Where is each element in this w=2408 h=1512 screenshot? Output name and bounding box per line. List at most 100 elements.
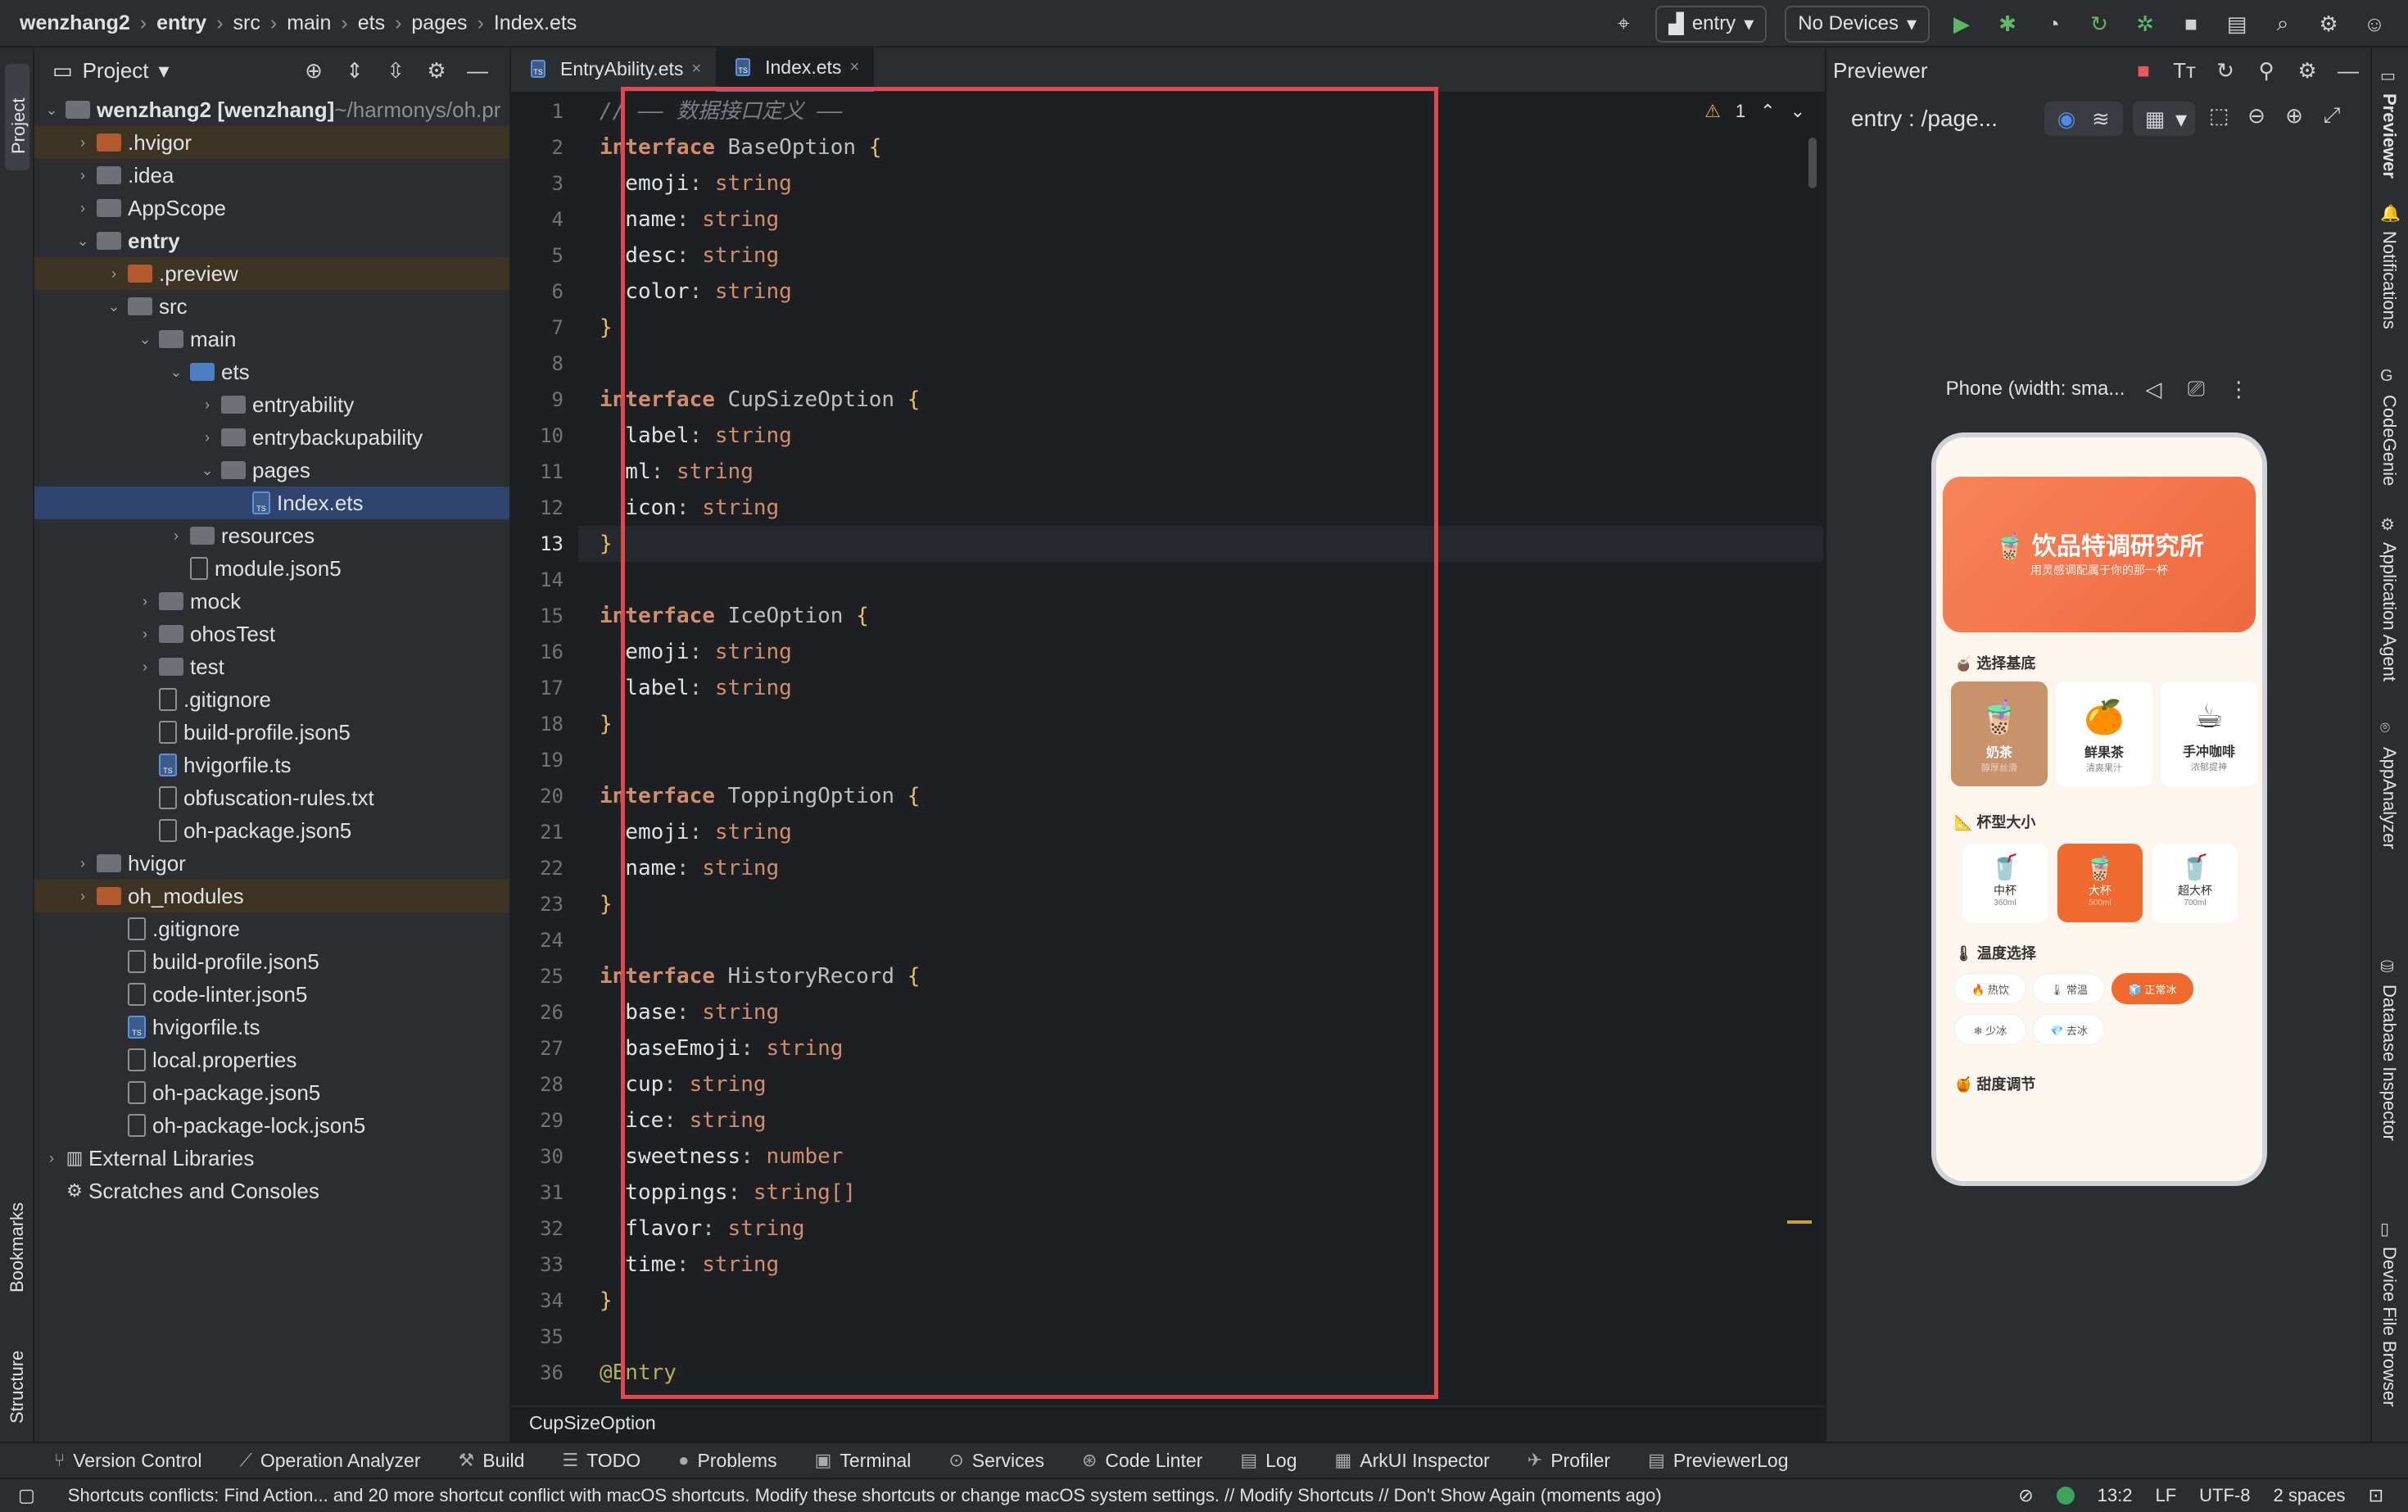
line-number[interactable]: 34 [511,1283,578,1319]
cup-option-card[interactable]: 🧋 大杯 500ml [2057,844,2143,922]
tree-item[interactable]: ⌄ wenzhang2 [wenzhang] ~/harmonys/oh.pr [34,93,509,126]
close-icon[interactable]: × [849,58,859,77]
tree-item[interactable]: TS hvigorfile.ts [34,1011,509,1043]
code-line[interactable]: } [578,1283,1823,1319]
chevron-down-icon[interactable]: ▾ [159,58,170,84]
tool-window-button[interactable]: ⊛ Code Linter [1082,1450,1202,1472]
tool-window-button[interactable]: ● Problems [678,1450,776,1472]
code-line[interactable]: label: string [578,418,1823,454]
preview-route-label[interactable]: entry : /page... [1851,106,1998,132]
code-line[interactable]: interface CupSizeOption { [578,382,1823,418]
line-number[interactable]: 12 [511,490,578,526]
attach-debugger-icon[interactable]: ◔ [2039,10,2067,38]
layout-dropdown[interactable]: ▦ ▾ [2132,102,2195,136]
more-vertical-icon[interactable]: ⋮ [2225,375,2252,403]
tree-item[interactable]: ⚙ Scratches and Consoles [34,1175,509,1207]
line-number[interactable]: 29 [511,1102,578,1139]
tree-item[interactable]: › resources [34,519,509,552]
tool-window-button[interactable]: ▤ PreviewerLog [1648,1450,1788,1472]
chevron-right-icon[interactable]: › [74,134,92,152]
line-number[interactable]: 33 [511,1247,578,1283]
line-number[interactable]: 14 [511,562,578,598]
code-line[interactable]: icon: string [578,490,1823,526]
code-line[interactable]: } [578,706,1823,742]
breadcrumb-item[interactable]: wenzhang2 [20,11,130,35]
gear-icon[interactable]: ⚙ [2293,57,2321,84]
zoom-in-icon[interactable]: ⊕ [2280,102,2308,129]
tree-item[interactable]: module.json5 [34,552,509,585]
inspection-widget[interactable]: ⚠ 1 ⌃ ⌄ [1704,93,1825,129]
refresh-icon[interactable]: ↻ [2211,57,2239,84]
chevron-down-icon[interactable]: ⌄ [1790,101,1805,122]
code-line[interactable] [578,562,1823,598]
line-number[interactable]: 27 [511,1030,578,1066]
layers-icon[interactable]: ≋ [2087,105,2115,133]
tree-item[interactable]: oh-package.json5 [34,1076,509,1109]
line-number[interactable]: 21 [511,814,578,850]
editor-tab[interactable]: TS Index.ets × [716,46,875,92]
tree-item[interactable]: .gitignore [34,912,509,945]
chevron-down-icon[interactable]: ⌄ [198,462,216,479]
tool-window-icon[interactable]: ▭ [2380,66,2396,86]
tool-window-button[interactable]: ▦ ArkUI Inspector [1334,1450,1489,1472]
tree-item[interactable]: › hvigor [34,847,509,880]
tool-window-label[interactable]: Database Inspector [2379,985,2400,1141]
line-number[interactable]: 35 [511,1319,578,1355]
bookmarks-tool-label[interactable]: Bookmarks [7,1202,28,1292]
line-number[interactable]: 9 [511,382,578,418]
tool-window-icon[interactable]: 🔔 [2380,203,2401,224]
tree-item[interactable]: › ▥ External Libraries [34,1142,509,1175]
code-line[interactable]: emoji: string [578,634,1823,670]
zoom-out-icon[interactable]: ⊖ [2243,102,2270,129]
run-icon[interactable]: ▶ [1948,10,1976,38]
expand-all-icon[interactable]: ⇕ [341,57,369,84]
line-number[interactable]: 22 [511,850,578,886]
line-number[interactable]: 26 [511,994,578,1030]
line-number[interactable]: 10 [511,418,578,454]
line-number[interactable]: 5 [511,238,578,274]
code-line[interactable] [578,742,1823,778]
tool-window-label[interactable]: Device File Browser [2379,1247,2400,1407]
project-tool-button[interactable]: Project [5,64,29,170]
status-message[interactable]: Shortcuts conflicts: Find Action... and … [68,1485,1662,1506]
pin-icon[interactable]: ⚲ [2252,57,2280,84]
project-structure-icon[interactable]: ▤ [2223,10,2251,38]
close-icon[interactable]: × [691,60,701,79]
temperature-pill[interactable]: 🌡 常温 [2033,973,2105,1004]
tree-item[interactable]: code-linter.json5 [34,978,509,1011]
line-number[interactable]: 32 [511,1211,578,1247]
chevron-right-icon[interactable]: › [105,265,123,283]
tree-item[interactable]: › test [34,650,509,683]
device-select[interactable]: No Devices ▾ [1785,5,1930,43]
chevron-right-icon[interactable]: › [74,167,92,184]
code-line[interactable]: } [578,886,1823,922]
code-line[interactable]: emoji: string [578,814,1823,850]
base-option-card[interactable]: ☕ 手冲咖啡 浓郁提神 [2161,681,2257,786]
apply-changes-icon[interactable]: ↻ [2085,10,2113,38]
chevron-right-icon[interactable]: › [167,527,185,545]
phone-preview[interactable]: 🧋 饮品特调研究所 用灵感调配属于你的那一杯 🧉 选择基底 🧋 奶茶 醇厚丝滑 🍊 鲜果… [1931,432,2267,1186]
line-number[interactable]: 20 [511,778,578,814]
tool-window-icon[interactable]: ⛁ [2380,957,2394,977]
chevron-right-icon[interactable]: › [43,1150,61,1167]
code-line[interactable]: interface IceOption { [578,598,1823,634]
code-line[interactable]: color: string [578,274,1823,310]
code-line[interactable]: // —— 数据接口定义 —— [578,93,1823,129]
code-line[interactable] [578,1319,1823,1355]
tree-item[interactable]: build-profile.json5 [34,945,509,978]
line-number[interactable]: 18 [511,706,578,742]
line-number[interactable]: 1 [511,93,578,129]
code-line[interactable]: label: string [578,670,1823,706]
code-line[interactable]: baseEmoji: string [578,1030,1823,1066]
base-option-card[interactable]: 🍊 鲜果茶 清爽果汁 [2056,681,2152,786]
tool-window-label[interactable]: Previewer [2379,93,2400,179]
tree-item[interactable]: build-profile.json5 [34,716,509,749]
tool-window-button[interactable]: ▤ Log [1240,1450,1297,1472]
line-number[interactable]: 13 [511,526,578,562]
search-icon[interactable]: ⌕ [2269,10,2297,38]
minimize-icon[interactable]: — [464,57,491,84]
tree-item[interactable]: oh-package.json5 [34,814,509,847]
file-encoding[interactable]: UTF-8 [2199,1485,2250,1506]
line-number[interactable]: 23 [511,886,578,922]
tool-window-button[interactable]: ▣ Terminal [815,1450,912,1472]
